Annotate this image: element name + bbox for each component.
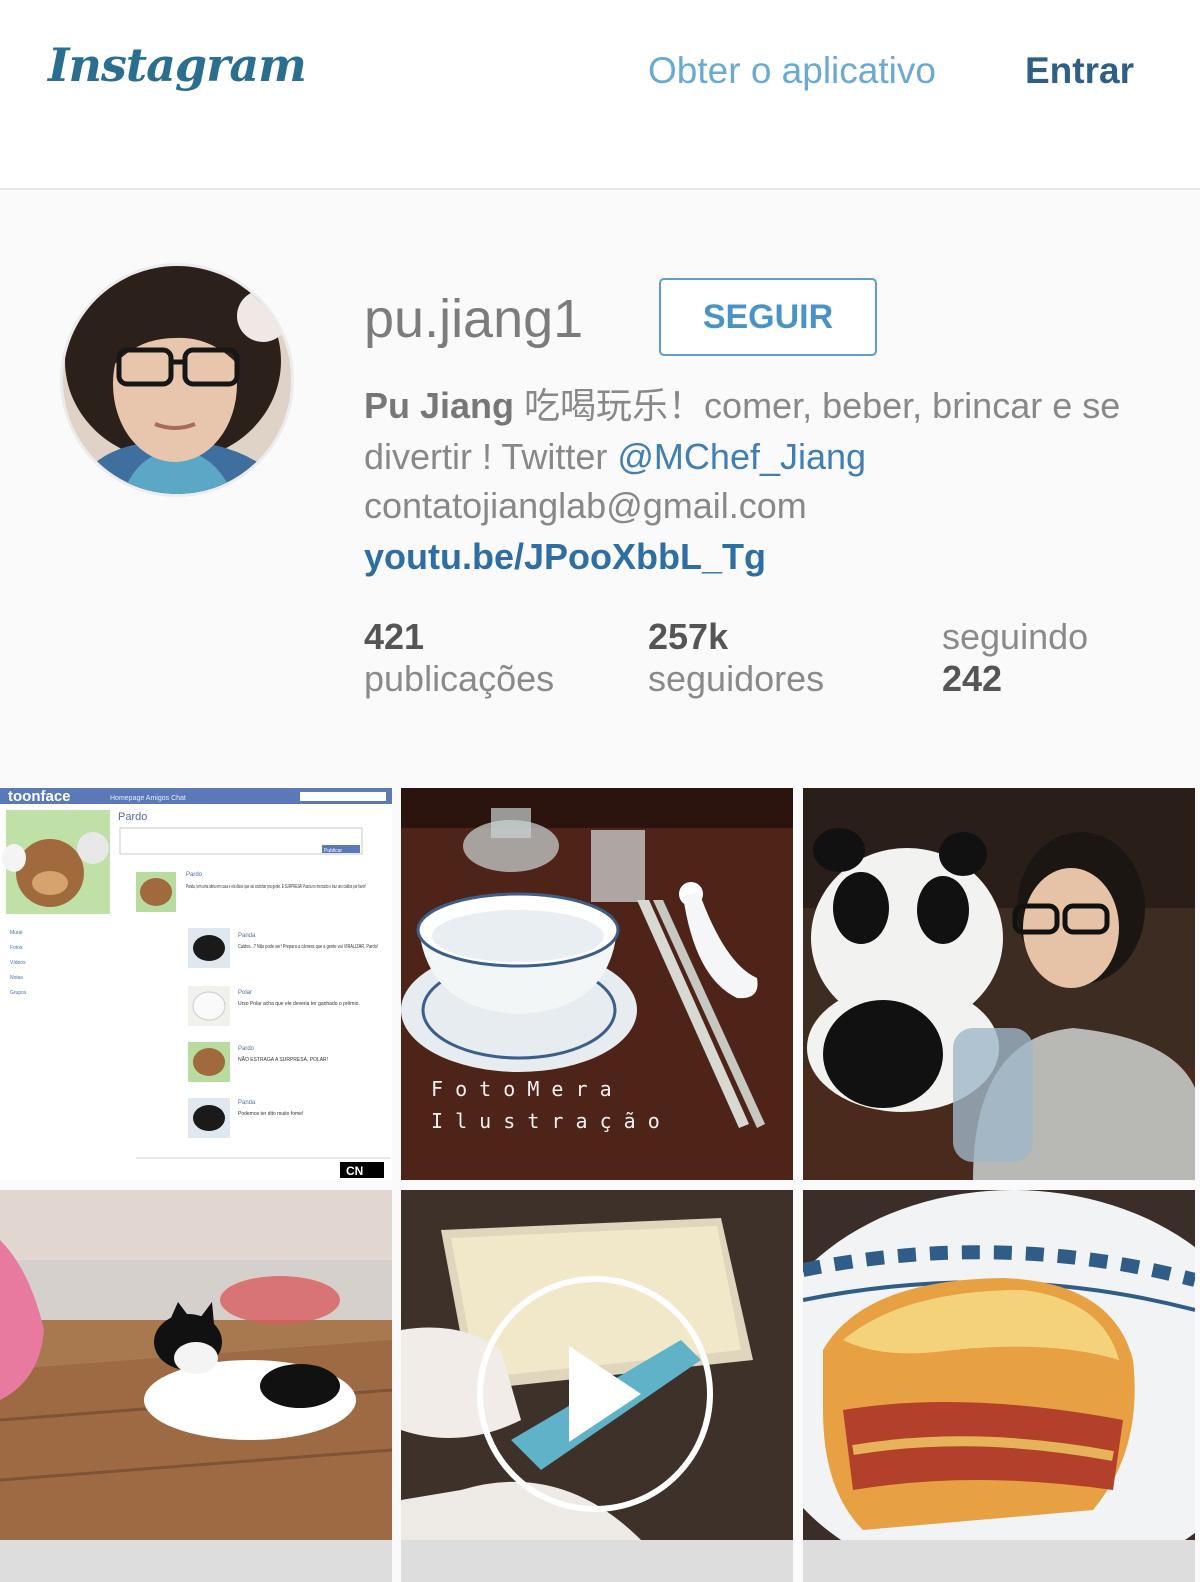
post-thumbnail[interactable] [803,788,1195,1180]
top-navigation-bar: Instagram Obter o aplicativo Entrar [0,0,1200,190]
following-count-value: 242 [942,658,1003,699]
toonface-post-button: Publicar [324,848,342,854]
toonface-brand: toonface [8,788,71,805]
toonface-nav: Homepage Amigos Chat [110,795,186,802]
followers-count-stat[interactable]: 257k seguidores [648,616,824,700]
cat-photo [0,1190,392,1540]
play-button[interactable] [477,1276,713,1512]
bio-website-link[interactable]: youtu.be/JPooXbbL_Tg [364,536,766,578]
posts-count-stat: 421 publicações [364,616,554,700]
instagram-logo[interactable]: Instagram [48,38,307,92]
play-icon [569,1346,641,1442]
toonface-feed-text: Caldos...? Não pode ser! Prepara a câmer… [238,944,378,950]
toonface-feed-text: NÃO ESTRAGA A SURPRESA, POLAR! [238,1056,328,1063]
bio-email: contatojianglab@gmail.com [364,485,807,526]
toonface-feed-text: Urso Polar acha que ele deveria ter ganh… [238,1001,360,1007]
cartoon-network-logo: CN [346,1164,363,1178]
toonface-screenshot: toonface Homepage Amigos Chat Pardo Publ… [0,788,392,1180]
profile-avatar[interactable] [60,263,294,497]
posts-count-label: publicações [364,658,555,699]
following-count-stat[interactable]: seguindo 242 [942,616,1088,700]
toonface-sidebar-item: Vídeos [10,960,26,966]
toonface-sidebar-item: Grupos [10,990,27,996]
post-thumbnail[interactable] [803,1190,1195,1582]
toonface-profile-name: Pardo [118,811,147,823]
toonface-feed-name: Pardo [238,1046,255,1052]
followers-count-value: 257k [648,616,729,657]
post-thumbnail[interactable] [401,1190,793,1582]
twitter-mention-link[interactable]: @MChef_Jiang [617,436,866,477]
followers-count-label: seguidores [648,658,825,699]
toonface-sidebar-item: Fotos [10,945,23,951]
posts-count-value: 421 [364,616,425,657]
toonface-sidebar-item: Notas [10,975,24,981]
toonface-sidebar-item: Mural [10,930,23,936]
panda-photo [803,788,1195,1180]
toonface-feed-name: Polar [238,990,252,996]
toonface-feed-name: Panda [238,933,256,939]
post-thumbnail[interactable] [0,1190,392,1582]
profile-username: pu.jiang1 [364,289,584,349]
toonface-feed-name: Pardo [186,872,203,878]
toonface-feed-name: Panda [238,1100,256,1106]
profile-bio: Pu Jiang 吃喝玩乐！comer, beber, brincar e se… [364,380,1164,482]
toonface-feed-text: Panda, tem uma ideia em casa e ela disse… [186,883,366,890]
post-thumbnail[interactable]: toonface Homepage Amigos Chat Pardo Publ… [0,788,392,1180]
post-thumbnail[interactable]: F o t o M e r a I l u s t r a ç ã o [401,788,793,1180]
avatar-photo [63,266,291,494]
follow-button[interactable]: SEGUIR [659,278,877,356]
following-count-label: seguindo [942,616,1089,657]
tea-bowl-photo: F o t o M e r a I l u s t r a ç ã o [401,788,793,1180]
get-app-link[interactable]: Obter o aplicativo [648,50,936,92]
toonface-feed-text: Podemos ter dito muito fome! [238,1111,303,1117]
profile-full-name: Pu Jiang [364,385,515,426]
login-link[interactable]: Entrar [1025,50,1134,92]
post-caption-line2: I l u s t r a ç ã o [431,1109,660,1133]
lasagna-plate-photo [803,1190,1195,1582]
post-caption-line1: F o t o M e r a [431,1077,612,1101]
